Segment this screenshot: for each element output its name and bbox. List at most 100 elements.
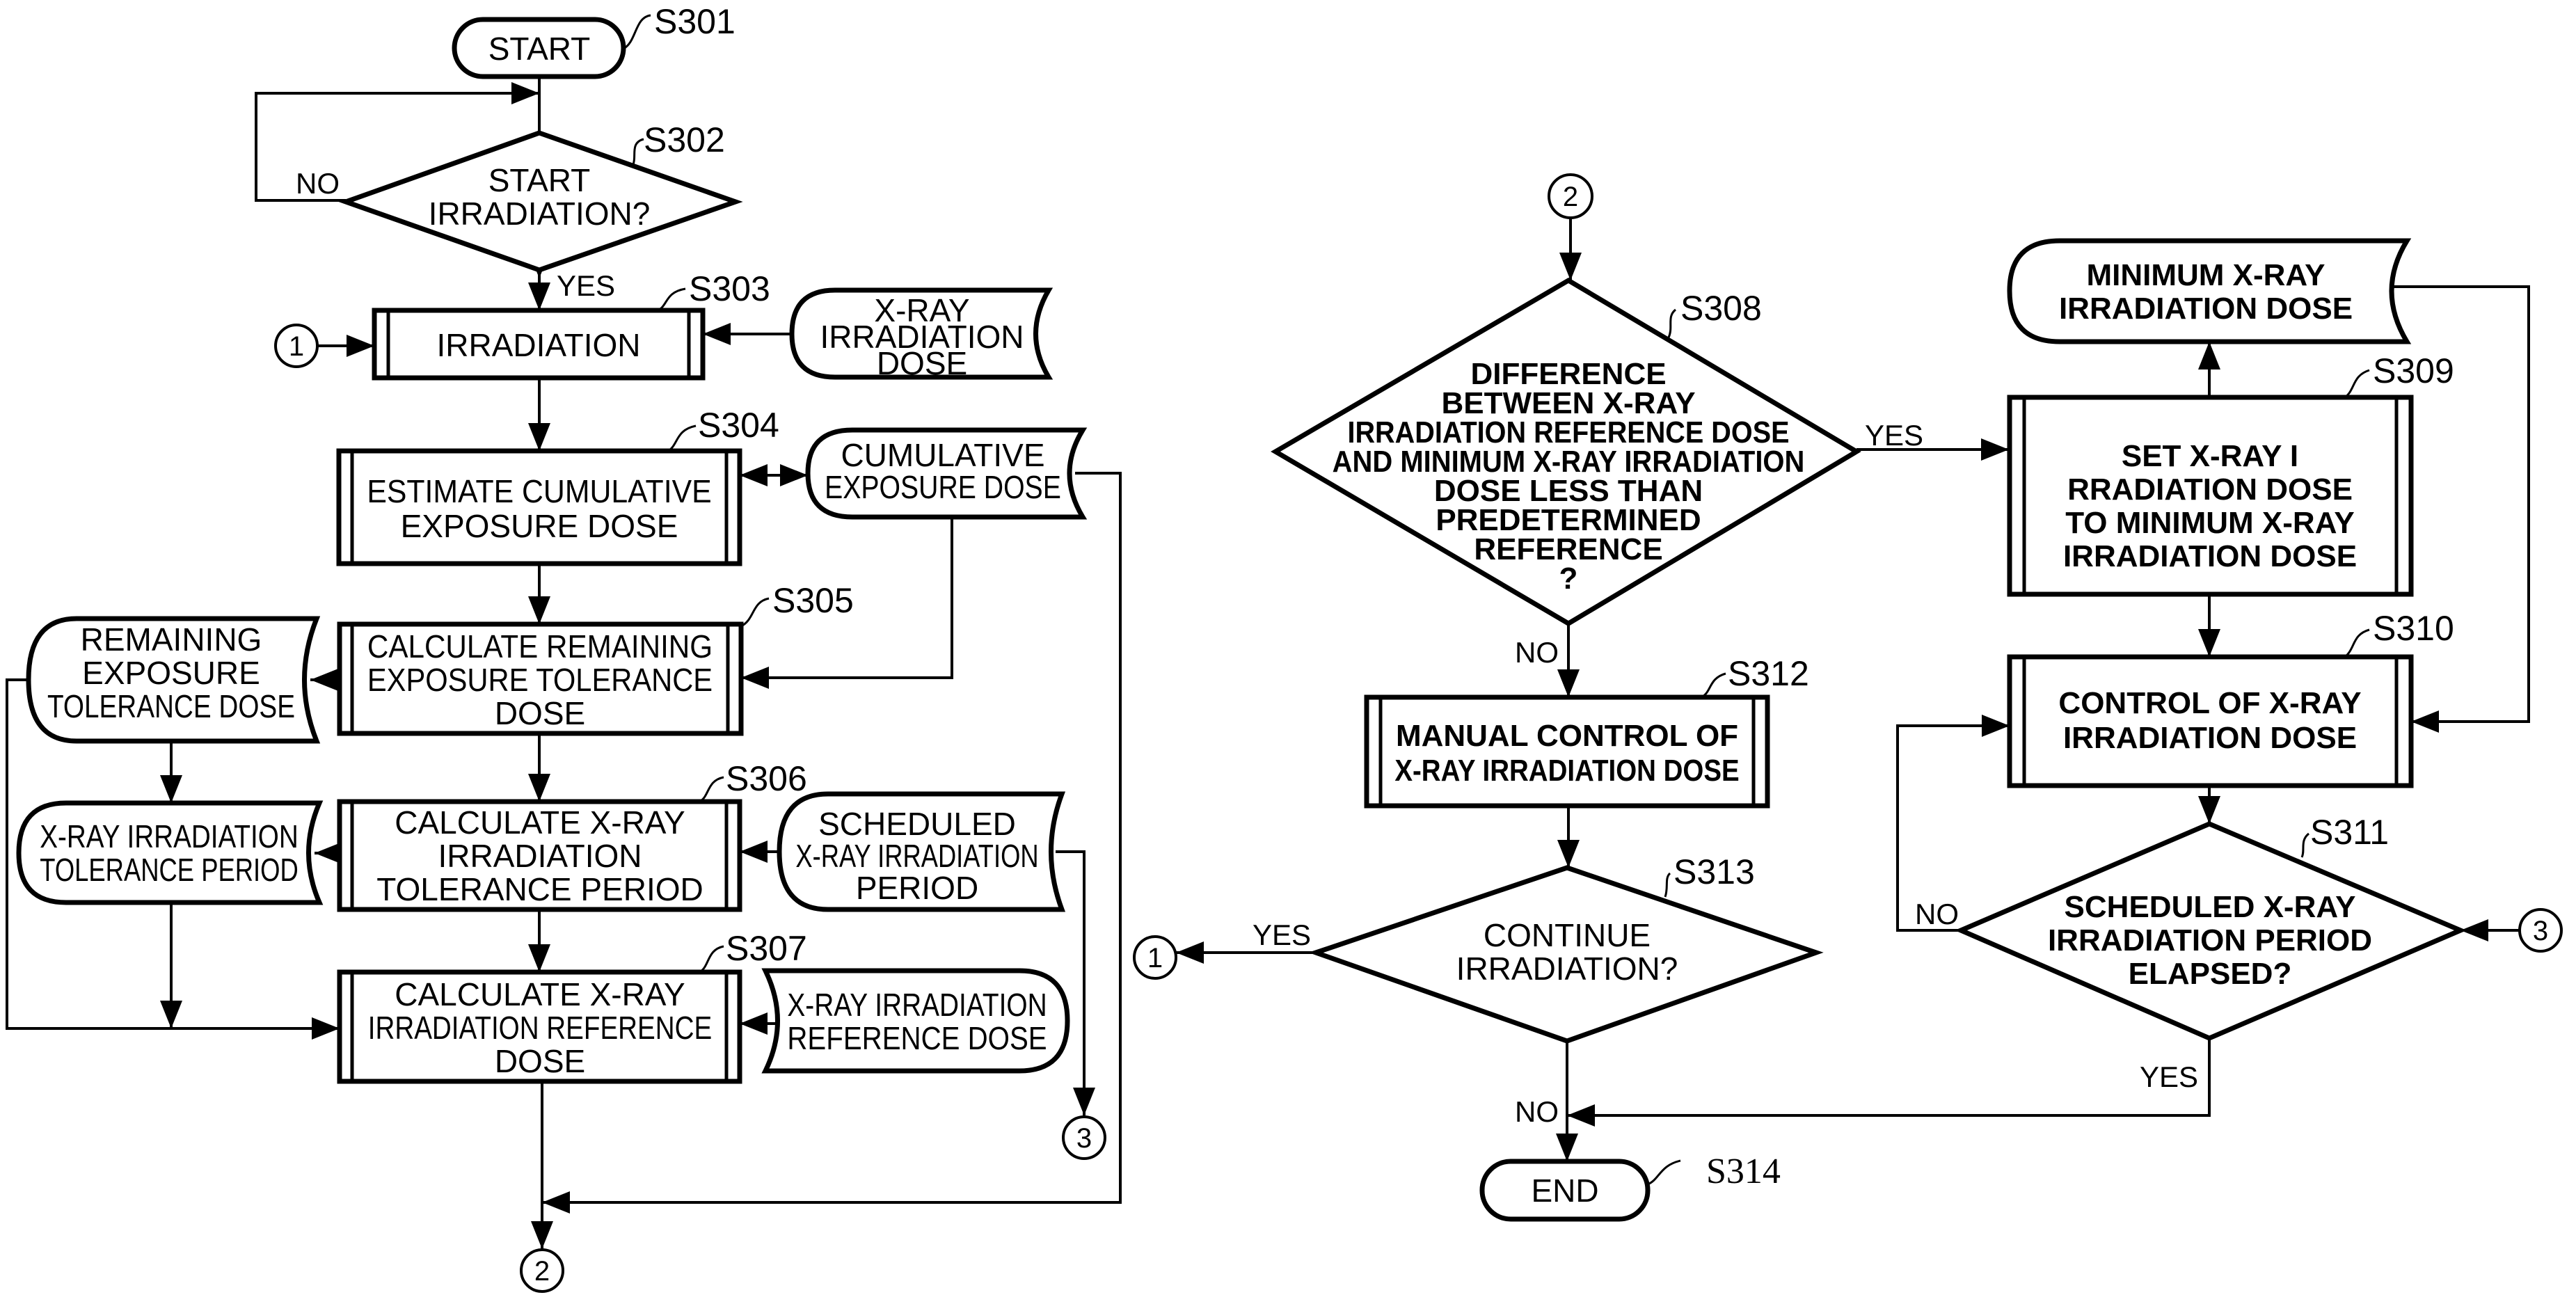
step-s313-decision: CONTINUE IRRADIATION? (1308, 865, 1824, 1044)
step-id-label: S301 (654, 2, 736, 41)
leader-line (1664, 872, 1671, 898)
step-id-label: S309 (2373, 351, 2454, 390)
step-text: TO MINIMUM X-RAY (2065, 506, 2355, 540)
branch-label-no: NO (296, 167, 340, 200)
branch-label-yes: YES (1253, 919, 1311, 951)
step-text: CALCULATE REMAINING (367, 628, 713, 665)
step-id-label: S310 (2373, 609, 2454, 648)
step-s308-decision: DIFFERENCE BETWEEN X-RAY IRRADIATION REF… (1271, 277, 1861, 627)
branch-label-yes: YES (557, 269, 615, 302)
leader-line (699, 776, 724, 803)
step-id-label: S303 (689, 269, 770, 308)
step-s312-manual-control: MANUAL CONTROL OF X-RAY IRRADIATION DOSE (1364, 694, 1770, 809)
step-s311-decision: SCHEDULED X-RAY IRRADIATION PERIOD ELAPS… (1955, 821, 2467, 1041)
step-text: TOLERANCE PERIOD (376, 871, 703, 907)
step-text: EXPOSURE DOSE (401, 508, 678, 544)
connector-number: 2 (1563, 182, 1578, 212)
step-text: EXPOSURE TOLERANCE (367, 662, 713, 698)
step-text: RRADIATION DOSE (2067, 472, 2353, 507)
step-s304-estimate-cumulative: ESTIMATE CUMULATIVE EXPOSURE DOSE (336, 448, 742, 566)
step-id-label: S305 (772, 581, 854, 620)
step-id-label: S308 (1680, 289, 1762, 328)
step-text: SET X-RAY I (2122, 439, 2298, 473)
data-store-xray-irradiation-dose: X-RAY IRRADIATION DOSE (789, 287, 1054, 381)
data-store-tolerance-period: X-RAY IRRADIATION TOLERANCE PERIOD (16, 800, 324, 905)
step-id-label: S306 (726, 759, 807, 798)
step-text: START (488, 31, 591, 67)
step-text: CALCULATE X-RAY (395, 804, 685, 841)
store-text: EXPOSURE DOSE (825, 469, 1061, 505)
connector-1-out: 1 (1133, 935, 1177, 980)
store-text: TOLERANCE DOSE (47, 688, 295, 724)
connector-1: 1 (274, 324, 319, 368)
store-text: SCHEDULED (818, 806, 1016, 842)
flowchart: START S301 START IRRADIATION? S302 NO YE… (6, 2, 2563, 1293)
step-text: IRRADIATION (438, 838, 642, 874)
leader-line (667, 424, 697, 452)
step-text: IRRADIATION? (429, 196, 651, 232)
step-text: IRRADIATION REFERENCE (368, 1010, 713, 1046)
connector-3-out: 3 (1062, 1115, 1106, 1160)
branch-label-yes: YES (1865, 419, 1923, 452)
connector-number: 3 (1076, 1123, 1092, 1154)
store-text: REFERENCE DOSE (787, 1020, 1047, 1056)
connector-number: 1 (1147, 943, 1163, 973)
leader-line (1647, 1159, 1681, 1186)
step-s314-end: END (1479, 1159, 1651, 1222)
leader-line (699, 945, 724, 973)
step-text: ELAPSED? (2129, 957, 2292, 991)
data-store-cumulative-exposure-dose: CUMULATIVE EXPOSURE DOSE (805, 427, 1088, 520)
step-text: IRRADIATION PERIOD (2048, 923, 2372, 957)
data-store-scheduled-period: SCHEDULED X-RAY IRRADIATION PERIOD (777, 791, 1066, 912)
step-text: IRRADIATION DOSE (2063, 539, 2357, 573)
leader-line (657, 287, 686, 312)
connector-2-in: 2 (1548, 173, 1593, 219)
step-s310-control: CONTROL OF X-RAY IRRADIATION DOSE (2007, 654, 2414, 788)
step-s303-irradiation: IRRADIATION (372, 308, 706, 381)
branch-label-no: NO (1915, 898, 1959, 930)
store-text: TOLERANCE PERIOD (40, 852, 299, 888)
step-text: ? (1559, 562, 1578, 596)
store-text: X-RAY IRRADIATION (40, 818, 299, 854)
store-text: X-RAY IRRADIATION (795, 838, 1038, 874)
data-store-minimum-dose: MINIMUM X-RAY IRRADIATION DOSE (2007, 238, 2412, 344)
leader-line (2344, 628, 2370, 658)
step-id-label: S312 (1728, 654, 1809, 693)
step-text: IRRADIATION (436, 327, 640, 363)
leader-line (2300, 832, 2310, 858)
store-text: PERIOD (856, 870, 978, 906)
step-s307-calculate-reference-dose: CALCULATE X-RAY IRRADIATION REFERENCE DO… (337, 969, 742, 1084)
connector-number: 2 (534, 1256, 550, 1287)
step-text: SCHEDULED X-RAY (2065, 890, 2356, 924)
step-text: X-RAY IRRADIATION DOSE (1394, 754, 1739, 788)
step-text: IRRADIATION DOSE (2063, 721, 2357, 755)
step-text: MANUAL CONTROL OF (1396, 719, 1738, 753)
step-text: CONTINUE (1484, 917, 1651, 953)
leader-line (740, 597, 770, 628)
branch-label-yes: YES (2140, 1060, 2198, 1093)
branch-label-no: NO (1515, 1095, 1559, 1128)
store-text: X-RAY IRRADIATION (787, 987, 1047, 1023)
connector-3-in: 3 (2518, 908, 2563, 953)
store-text: MINIMUM X-RAY (2086, 258, 2325, 292)
step-id-label: S307 (726, 929, 807, 968)
step-id-label: S313 (1673, 852, 1755, 891)
step-text: DOSE (495, 1043, 585, 1079)
store-text: IRRADIATION DOSE (2059, 292, 2353, 326)
store-text: REMAINING (81, 621, 262, 658)
data-store-remaining-exposure-tolerance-dose: REMAINING EXPOSURE TOLERANCE DOSE (26, 616, 321, 744)
data-store-reference-dose: X-RAY IRRADIATION REFERENCE DOSE (761, 968, 1070, 1074)
step-s301-start: START (452, 17, 626, 79)
branch-label-no: NO (1515, 636, 1559, 669)
step-s305-calculate-remaining: CALCULATE REMAINING EXPOSURE TOLERANCE D… (337, 621, 744, 736)
leader-line (2344, 369, 2370, 399)
connector-2-out: 2 (520, 1248, 564, 1293)
step-text: CALCULATE X-RAY (395, 976, 685, 1012)
step-id-label: S304 (698, 406, 779, 445)
step-id-label: S311 (2310, 813, 2389, 852)
step-text: CONTROL OF X-RAY (2058, 686, 2361, 720)
step-text: ESTIMATE CUMULATIVE (367, 473, 711, 509)
step-s309-set-minimum: SET X-RAY I RRADIATION DOSE TO MINIMUM X… (2007, 395, 2414, 597)
leader-line (632, 138, 644, 165)
step-text: IRRADIATION? (1456, 951, 1678, 987)
